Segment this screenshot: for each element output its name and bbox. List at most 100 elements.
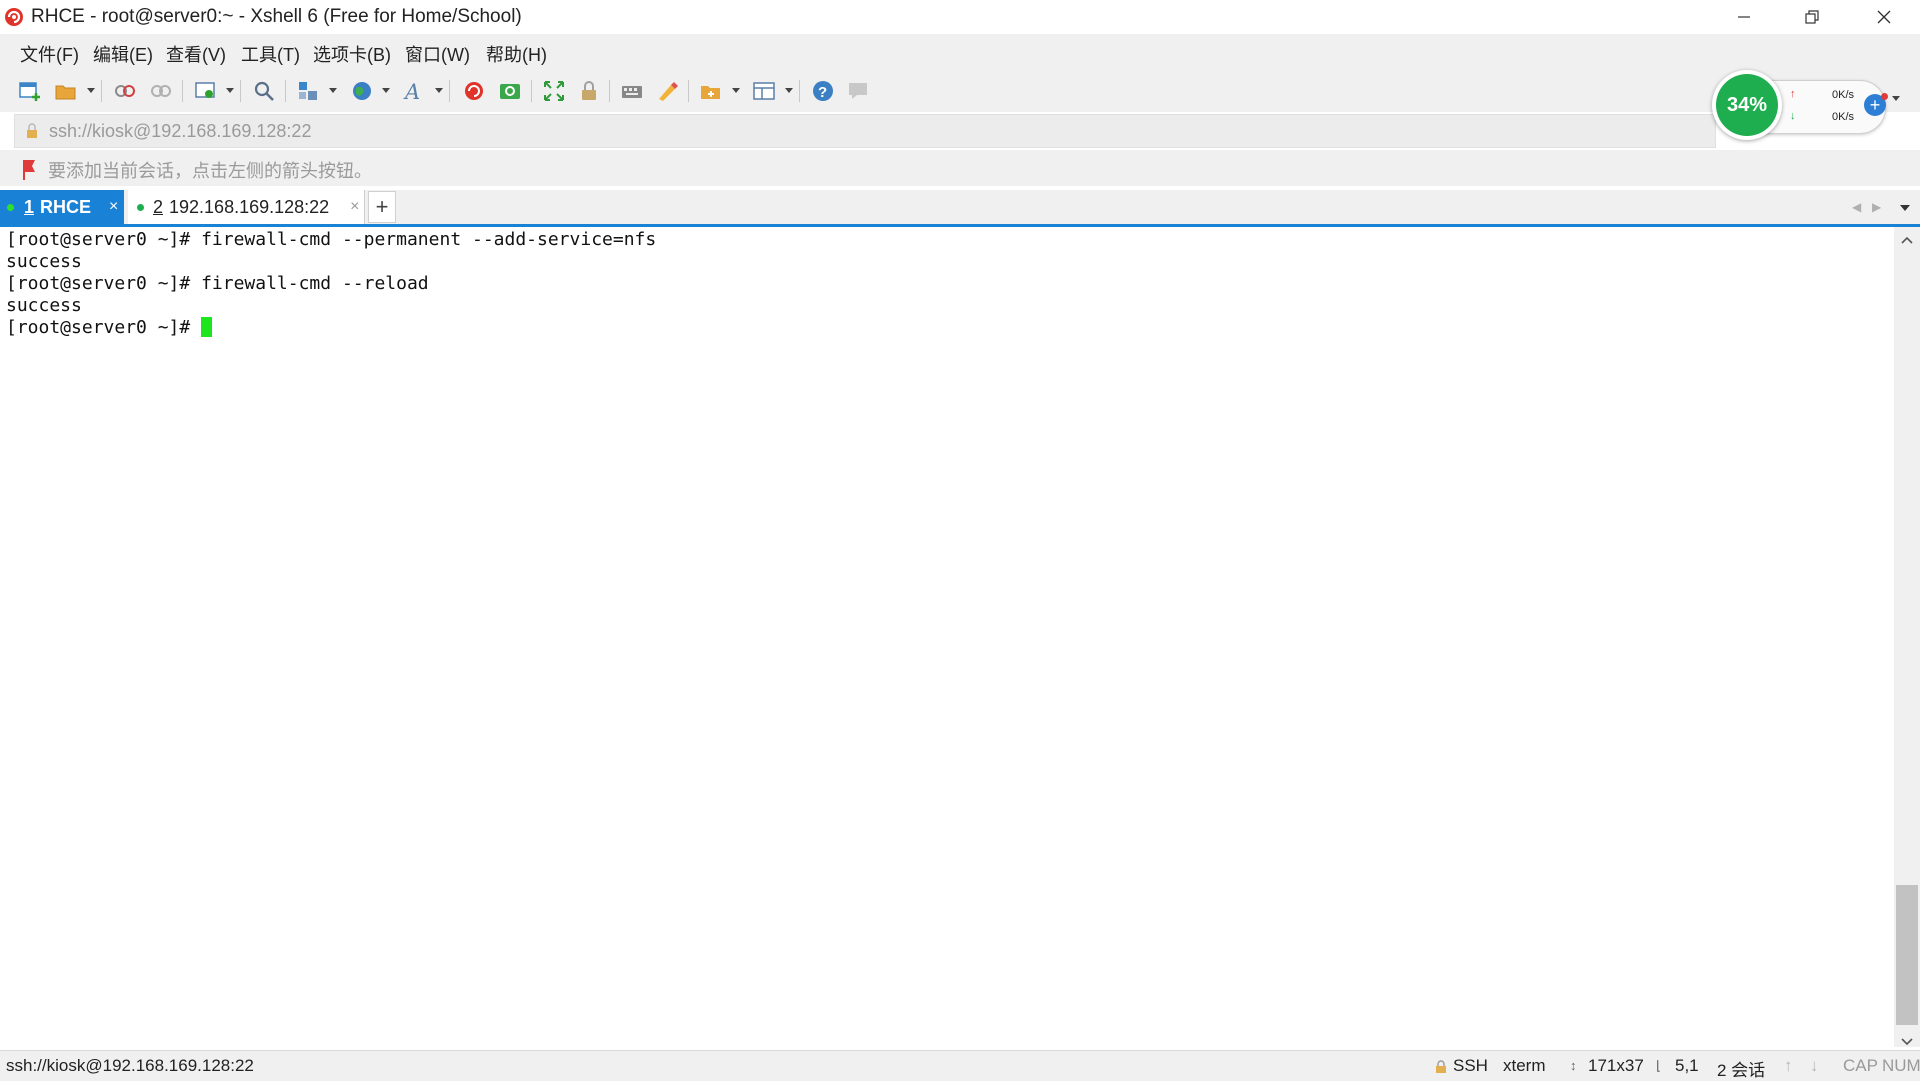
font-icon[interactable]: A — [402, 78, 428, 104]
minimize-button[interactable] — [1710, 0, 1778, 34]
bookmark-icon[interactable] — [20, 158, 42, 185]
status-connection: ssh://kiosk@192.168.169.128:22 — [6, 1056, 254, 1075]
menu-file[interactable]: 文件(F) — [20, 41, 79, 67]
toolbar-divider — [240, 80, 241, 102]
tab-scroll-left-icon[interactable]: ◀ — [1852, 200, 1861, 214]
lock-icon[interactable] — [576, 78, 602, 104]
status-caps-lock: CAP — [1843, 1056, 1878, 1075]
toolbar-divider — [688, 80, 689, 102]
transfer-icon[interactable] — [295, 78, 321, 104]
status-bar: ssh://kiosk@192.168.169.128:22 SSH xterm… — [0, 1050, 1920, 1081]
title-bar: RHCE - root@server0:~ - Xshell 6 (Free f… — [0, 0, 1920, 34]
tab-rhce[interactable]: 1 RHCE × — [0, 190, 124, 224]
status-protocol: SSH — [1453, 1056, 1488, 1075]
notification-dot — [1881, 93, 1888, 100]
terminal-output[interactable]: [root@server0 ~]# firewall-cmd --permane… — [0, 227, 1894, 1047]
chevron-down-icon[interactable] — [382, 88, 390, 93]
search-icon[interactable] — [251, 78, 277, 104]
restore-button[interactable] — [1778, 0, 1846, 34]
svg-text:A: A — [403, 80, 420, 103]
status-num-lock: NUM — [1882, 1056, 1920, 1075]
layout-icon[interactable] — [751, 78, 777, 104]
close-tab-icon[interactable]: × — [350, 198, 359, 216]
xftp-icon[interactable] — [497, 78, 523, 104]
terminal-prompt-line[interactable]: [root@server0 ~]# — [6, 317, 213, 339]
close-button[interactable] — [1850, 0, 1918, 34]
tab-number: 1 — [24, 196, 35, 217]
chevron-down-icon[interactable] — [732, 88, 740, 93]
reconnect-icon[interactable] — [112, 78, 138, 104]
hint-text: 要添加当前会话，点击左侧的箭头按钮。 — [48, 161, 372, 181]
scroll-up-arrow-icon[interactable]: ↑ — [1784, 1056, 1793, 1076]
toolbar-divider — [609, 80, 610, 102]
fullscreen-icon[interactable] — [541, 78, 567, 104]
lock-icon — [1435, 1059, 1447, 1079]
close-tab-icon[interactable]: × — [109, 198, 118, 216]
xshell-logo-icon — [4, 7, 24, 27]
menu-tools[interactable]: 工具(T) — [241, 41, 300, 67]
network-monitor-widget[interactable]: 34% ↑ ↓ 0K/s 0K/s + — [1712, 70, 1902, 144]
scroll-down-icon[interactable] — [1901, 1033, 1913, 1051]
window-title: RHCE - root@server0:~ - Xshell 6 (Free f… — [31, 6, 522, 27]
scroll-up-icon[interactable] — [1901, 233, 1913, 247]
terminal-line: success — [6, 295, 82, 316]
resize-icon: ↕ — [1570, 1058, 1577, 1073]
svg-text:?: ? — [818, 84, 827, 101]
chevron-down-icon[interactable] — [1892, 96, 1900, 101]
address-bar[interactable]: ssh://kiosk@192.168.169.128:22 — [14, 114, 1716, 148]
address-input[interactable]: ssh://kiosk@192.168.169.128:22 — [49, 121, 311, 142]
toolbar-divider — [531, 80, 532, 102]
session-tab-bar: 1 RHCE × 2 192.168.169.128:22 × + ◀ ▶ — [0, 190, 1920, 227]
toolbar-divider — [182, 80, 183, 102]
terminal-prompt: [root@server0 ~]# — [6, 317, 202, 338]
menu-edit[interactable]: 编辑(E) — [93, 41, 153, 67]
keyboard-icon[interactable] — [619, 78, 645, 104]
add-folder-icon[interactable] — [698, 78, 724, 104]
tab-number: 2 — [153, 196, 164, 217]
scroll-down-arrow-icon[interactable]: ↓ — [1810, 1056, 1819, 1076]
disconnect-icon[interactable] — [148, 78, 174, 104]
cursor-position-icon: ⌊ — [1656, 1058, 1662, 1073]
status-dot — [7, 203, 14, 211]
chevron-down-icon[interactable] — [785, 88, 793, 93]
xshell-icon[interactable] — [461, 78, 487, 104]
toolbar-divider — [449, 80, 450, 102]
tab-list-chevron-icon[interactable] — [1900, 205, 1910, 211]
cpu-gauge: 34% — [1712, 70, 1782, 140]
menu-view[interactable]: 查看(V) — [166, 41, 226, 67]
globe-icon[interactable] — [349, 78, 375, 104]
highlight-icon[interactable] — [654, 78, 680, 104]
help-icon[interactable]: ? — [810, 78, 836, 104]
open-folder-icon[interactable] — [53, 78, 79, 104]
terminal-cursor — [201, 317, 213, 337]
toolbar: A ? — [0, 68, 1920, 112]
status-terminal-type: xterm — [1503, 1056, 1546, 1075]
tab-label: RHCE — [40, 196, 92, 217]
menu-bar: 文件(F) 编辑(E) 查看(V) 工具(T) 选项卡(B) 窗口(W) 帮助(… — [0, 34, 1920, 68]
toolbar-divider — [101, 80, 102, 102]
lock-icon — [25, 123, 39, 144]
scrollbar-thumb[interactable] — [1896, 885, 1918, 1025]
status-cursor-position: 5,1 — [1675, 1056, 1699, 1075]
terminal-line: success — [6, 251, 82, 272]
upload-speed: 0K/s — [1832, 89, 1855, 101]
menu-help[interactable]: 帮助(H) — [486, 41, 547, 67]
new-tab-button[interactable]: + — [368, 191, 396, 223]
terminal-scrollbar[interactable] — [1894, 227, 1920, 1047]
properties-icon[interactable] — [193, 78, 219, 104]
upload-arrow-icon: ↑ — [1790, 88, 1796, 100]
toolbar-divider — [799, 80, 800, 102]
menu-window[interactable]: 窗口(W) — [405, 41, 470, 67]
tab-192-168-169-128[interactable]: 2 192.168.169.128:22 × — [128, 190, 365, 224]
chevron-down-icon[interactable] — [435, 88, 443, 93]
new-session-icon[interactable] — [17, 78, 43, 104]
download-speed: 0K/s — [1832, 111, 1855, 123]
terminal-line: [root@server0 ~]# firewall-cmd --reload — [6, 273, 429, 294]
chat-icon[interactable] — [845, 78, 871, 104]
chevron-down-icon[interactable] — [329, 88, 337, 93]
menu-tabs[interactable]: 选项卡(B) — [313, 41, 391, 67]
tab-scroll-right-icon[interactable]: ▶ — [1872, 200, 1881, 214]
chevron-down-icon[interactable] — [87, 88, 95, 93]
chevron-down-icon[interactable] — [226, 88, 234, 93]
status-size: 171x37 — [1588, 1056, 1644, 1075]
